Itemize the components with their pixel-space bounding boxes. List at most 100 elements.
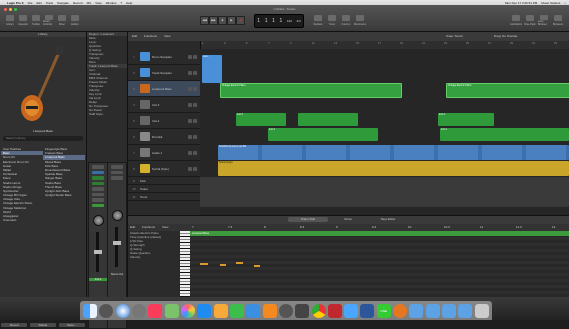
editor-functions-menu[interactable]: Functions bbox=[142, 225, 155, 229]
smart-controls-button[interactable]: Smart Controls bbox=[43, 15, 55, 26]
track-name[interactable]: Drumkit bbox=[152, 135, 188, 139]
folder-icon[interactable] bbox=[442, 303, 457, 318]
inspector-button[interactable]: Inspector bbox=[17, 15, 29, 26]
launchpad-icon[interactable] bbox=[99, 303, 114, 318]
menu-track[interactable]: Track bbox=[46, 1, 53, 5]
tuner-button[interactable]: Tuner bbox=[326, 15, 338, 26]
menu-record[interactable]: Record bbox=[73, 1, 83, 5]
app-store-icon[interactable] bbox=[197, 303, 212, 318]
region-drummer[interactable]: SoCal (Kyle) bbox=[218, 161, 569, 176]
user-name[interactable]: Music Student bbox=[541, 1, 560, 5]
music-icon[interactable] bbox=[148, 303, 163, 318]
count-in-button[interactable]: Count-in bbox=[340, 15, 352, 26]
folder-icon[interactable] bbox=[458, 303, 473, 318]
track-name[interactable]: Liverpool Bass bbox=[152, 87, 188, 91]
line-icon[interactable]: LINE bbox=[376, 303, 391, 318]
strip-setting-button[interactable] bbox=[92, 165, 104, 169]
app-icon[interactable] bbox=[393, 303, 408, 318]
region-inst4-a[interactable]: Inst 4 bbox=[268, 128, 378, 141]
pan-knob[interactable] bbox=[111, 209, 123, 221]
browsers-button[interactable]: Browsers bbox=[552, 15, 564, 26]
strip-read-button[interactable] bbox=[92, 203, 104, 207]
region-inst3-a[interactable]: Inst 3 bbox=[236, 113, 286, 126]
stop-button[interactable]: ■ bbox=[218, 16, 227, 25]
track-header[interactable]: 8 SoCal (Kyle) bbox=[128, 161, 200, 177]
editor-param[interactable]: Velocity bbox=[128, 255, 180, 259]
strip-audio-fx-slot[interactable] bbox=[111, 176, 123, 180]
track-header-selected[interactable]: 3 Liverpool Bass bbox=[128, 81, 200, 97]
region-inst4-b[interactable]: Inst 4 bbox=[440, 128, 569, 141]
library-search-input[interactable]: Search Library bbox=[3, 136, 83, 141]
lcd-display[interactable]: 1 1 1 1 120 4/4 bbox=[254, 14, 304, 28]
mute-solo-buttons[interactable] bbox=[188, 102, 197, 107]
menu-view[interactable]: View bbox=[95, 1, 101, 5]
play-button[interactable]: ▶ bbox=[227, 16, 236, 25]
downloads-folder-icon[interactable] bbox=[409, 303, 424, 318]
save-button[interactable]: Save... bbox=[58, 323, 85, 327]
rewind-button[interactable]: ◀◀ bbox=[200, 16, 209, 25]
volume-fader-handle[interactable] bbox=[113, 240, 121, 245]
track-header[interactable]: 2 Vocal Samples bbox=[128, 65, 200, 81]
mute-solo-buttons[interactable] bbox=[188, 70, 197, 75]
menu-file[interactable]: File bbox=[28, 1, 33, 5]
menu-edit[interactable]: Edit bbox=[37, 1, 42, 5]
photos-icon[interactable] bbox=[181, 303, 196, 318]
mute-solo-buttons[interactable] bbox=[188, 86, 197, 91]
replace-button[interactable]: Replace bbox=[312, 15, 324, 26]
piano-keyboard[interactable] bbox=[180, 231, 190, 297]
record-button[interactable]: ● bbox=[236, 16, 245, 25]
track-header[interactable]: 10 Snare bbox=[128, 185, 200, 193]
chrome-icon[interactable] bbox=[311, 303, 326, 318]
pan-knob[interactable] bbox=[92, 215, 104, 226]
keynote-icon[interactable] bbox=[246, 303, 261, 318]
functions-menu[interactable]: Functions bbox=[144, 34, 157, 38]
strip-compressor-slot[interactable] bbox=[92, 181, 104, 185]
revert-button[interactable]: Revert bbox=[1, 323, 28, 327]
piano-roll-region-bar[interactable]: Liverpool Bass bbox=[190, 231, 569, 236]
maps-icon[interactable] bbox=[164, 303, 179, 318]
midi-note[interactable] bbox=[254, 265, 260, 267]
track-header[interactable]: 11 Toms bbox=[128, 193, 200, 201]
preview-icon[interactable] bbox=[344, 303, 359, 318]
tab-piano-roll[interactable]: Piano Roll bbox=[288, 217, 328, 222]
track-name[interactable]: Inst 4 bbox=[152, 119, 188, 123]
flash-icon[interactable] bbox=[327, 303, 342, 318]
track-header[interactable]: 1 Drum Samples bbox=[128, 49, 200, 65]
midi-note[interactable] bbox=[220, 264, 226, 266]
menu-app-name[interactable]: Logic Pro X bbox=[7, 1, 24, 5]
menu-mix[interactable]: Mix bbox=[87, 1, 92, 5]
track-header[interactable]: 9 Kick bbox=[128, 177, 200, 185]
editor-edit-menu[interactable]: Edit bbox=[130, 225, 135, 229]
list-editors-button[interactable]: List Editors bbox=[510, 15, 522, 26]
track-header[interactable]: 7 Audio 1 bbox=[128, 145, 200, 161]
documents-folder-icon[interactable] bbox=[425, 303, 440, 318]
edit-menu[interactable]: Edit bbox=[132, 34, 137, 38]
logic-pro-icon[interactable] bbox=[278, 303, 293, 318]
mute-solo-buttons[interactable] bbox=[188, 150, 197, 155]
track-name[interactable]: SoCal (Kyle) bbox=[152, 167, 188, 171]
pages-icon[interactable] bbox=[213, 303, 228, 318]
snap-menu[interactable]: Snap: Smart bbox=[446, 34, 463, 38]
mixer-button[interactable]: Mixer bbox=[56, 15, 68, 26]
arrange-area[interactable]: Lulu... Vintage Electric Piano Vintage E… bbox=[200, 49, 569, 215]
region-audio-loop[interactable]: SoulDrum(Loop) Loop Bd bbox=[218, 145, 569, 160]
region-bass-2[interactable]: Vintage Electric Piano bbox=[446, 83, 569, 98]
region-inst3-b[interactable] bbox=[298, 113, 358, 126]
track-name[interactable]: Kick bbox=[140, 179, 200, 183]
editors-button[interactable]: Editors bbox=[69, 15, 81, 26]
strip-eq-button[interactable] bbox=[92, 170, 104, 174]
midi-note[interactable] bbox=[200, 263, 208, 265]
region-inst3-c[interactable]: Inst 3 bbox=[438, 113, 494, 126]
system-preferences-icon[interactable] bbox=[132, 303, 147, 318]
clock-text[interactable]: Mon Dec 17 2:06:51 PM bbox=[505, 1, 537, 5]
tab-score[interactable]: Score bbox=[328, 217, 368, 222]
menu-question[interactable]: ? bbox=[120, 1, 122, 5]
inspector-row[interactable]: Staff Style: bbox=[87, 112, 127, 116]
forward-button[interactable]: ▶▶ bbox=[209, 16, 218, 25]
delete-button[interactable]: Delete bbox=[29, 323, 56, 327]
track-name[interactable]: Toms bbox=[140, 195, 200, 199]
strip-sends-slot[interactable] bbox=[92, 192, 104, 196]
note-pads-button[interactable]: Note Pads bbox=[524, 15, 536, 26]
region-bass-1[interactable]: Vintage Electric Piano bbox=[220, 83, 402, 98]
menu-window[interactable]: Window bbox=[106, 1, 117, 5]
